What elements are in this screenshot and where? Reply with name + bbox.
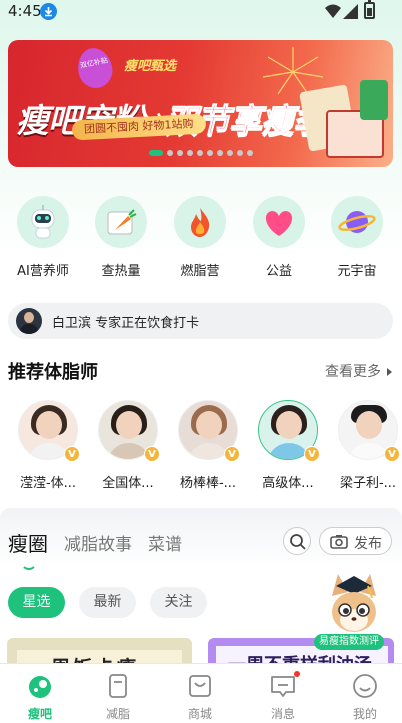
notification-dot [294, 671, 300, 677]
expert-activity-bar[interactable]: 白卫滨 专家正在饮食打卡 [8, 303, 393, 339]
home-icon [29, 676, 51, 698]
coach-card[interactable]: V 全国体... [88, 400, 168, 491]
bottom-nav: 瘦吧 减脂 商城 消息 我的 [0, 663, 402, 723]
pager-dot[interactable] [237, 150, 243, 156]
filter-chip-featured[interactable]: 星选 [8, 587, 65, 618]
download-icon [40, 3, 57, 20]
mascot-label[interactable]: 易瘦指数测评 [314, 634, 384, 650]
promo-banner[interactable]: 双亿补贴 瘦吧甄选 瘦吧宠粉之双节享瘦季 团圆不囤肉 好物1站购 [8, 40, 393, 167]
nav-item-messages[interactable]: 消息 [243, 664, 323, 723]
pager-dot[interactable] [187, 150, 193, 156]
nav-item-profile[interactable]: 我的 [325, 664, 402, 723]
planet-icon [331, 196, 383, 248]
coach-card[interactable]: V 高级体... [248, 400, 328, 491]
coach-name: 滢滢-体... [19, 476, 77, 491]
pager-dot[interactable] [177, 150, 183, 156]
coach-name: 高级体... [262, 476, 314, 491]
pager-dot[interactable] [197, 150, 203, 156]
pager-dot[interactable] [227, 150, 233, 156]
see-more-link[interactable]: 查看更多 [325, 361, 392, 381]
coach-list: V 滢滢-体... V 全国体... V 杨棒棒-... V 高级体... V … [0, 400, 402, 495]
pager-dot[interactable] [217, 150, 223, 156]
quick-item-label: 元宇宙 [337, 264, 377, 279]
publish-label: 发布 [354, 536, 382, 552]
nav-label: 我的 [352, 707, 377, 721]
search-icon [290, 534, 306, 550]
quick-item-ai-nutritionist[interactable]: AI营养师 [4, 196, 82, 279]
coach-name: 全国体... [102, 476, 154, 491]
search-button[interactable] [283, 527, 311, 555]
quick-menu: AI营养师 查热量 燃脂营 公益 元宇宙 [0, 196, 402, 286]
quick-item-label: 燃脂营 [180, 264, 220, 279]
flame-icon [174, 196, 226, 248]
battery-icon [364, 0, 375, 19]
publish-button[interactable]: 发布 [319, 527, 392, 555]
wifi-icon [325, 4, 341, 18]
verified-badge: V [64, 446, 80, 462]
quick-item-metaverse[interactable]: 元宇宙 [318, 196, 396, 279]
profile-icon [353, 674, 377, 698]
message-icon [271, 676, 295, 697]
nav-label: 商城 [187, 707, 212, 721]
nav-item-home[interactable]: 瘦吧 [0, 664, 80, 723]
tab-slim-circle[interactable]: 瘦圈 [8, 528, 48, 557]
banner-badge: 双亿补贴 [74, 44, 116, 92]
quick-item-label: AI营养师 [17, 264, 69, 279]
coach-card[interactable]: V 梁子利-... [328, 400, 402, 491]
expert-activity-text: 白卫滨 专家正在饮食打卡 [52, 316, 200, 331]
camera-icon [330, 535, 348, 549]
quick-item-label: 查热量 [101, 264, 141, 279]
section-title-recommend: 推荐体脂师 [8, 362, 98, 383]
verified-badge: V [144, 446, 160, 462]
quick-item-charity[interactable]: 公益 [240, 196, 318, 279]
verified-badge: V [304, 446, 320, 462]
filter-chip-latest[interactable]: 最新 [79, 587, 136, 618]
banner-pager[interactable] [0, 150, 402, 160]
carrot-icon [95, 196, 147, 248]
nav-label: 消息 [270, 707, 295, 721]
shop-bag-icon [189, 675, 211, 697]
loading-spinner-icon [21, 554, 37, 570]
coach-name: 梁子利-... [339, 476, 397, 491]
signal-icon [343, 4, 358, 19]
coach-card[interactable]: V 杨棒棒-... [168, 400, 248, 491]
verified-badge: V [384, 446, 400, 462]
coach-name: 杨棒棒-... [179, 476, 237, 491]
status-bar: 4:45 [0, 0, 402, 24]
robot-icon [17, 196, 69, 248]
product-box-icon [360, 80, 388, 120]
verified-badge: V [224, 446, 240, 462]
nav-label: 瘦吧 [27, 707, 52, 721]
nav-item-shop[interactable]: 商城 [160, 664, 240, 723]
banner-brand: 瘦吧甄选 [124, 59, 177, 74]
filter-chip-following[interactable]: 关注 [150, 587, 207, 618]
tab-fat-loss-stories[interactable]: 减脂故事 [64, 530, 132, 555]
coach-card[interactable]: V 滢滢-体... [8, 400, 88, 491]
quick-item-label: 公益 [265, 264, 292, 279]
avatar [16, 308, 42, 334]
nav-label: 减脂 [105, 707, 130, 721]
heart-icon [253, 196, 305, 248]
pager-dot[interactable] [247, 150, 253, 156]
nav-item-fat-loss[interactable]: 减脂 [78, 664, 158, 723]
notebook-icon [109, 674, 127, 698]
tab-recipes[interactable]: 菜谱 [148, 530, 182, 555]
pager-dot[interactable] [149, 150, 163, 156]
status-time: 4:45 [8, 2, 42, 20]
quick-item-fat-burn-camp[interactable]: 燃脂营 [161, 196, 239, 279]
quick-item-calories[interactable]: 查热量 [82, 196, 160, 279]
pager-dot[interactable] [167, 150, 173, 156]
pager-dot[interactable] [207, 150, 213, 156]
